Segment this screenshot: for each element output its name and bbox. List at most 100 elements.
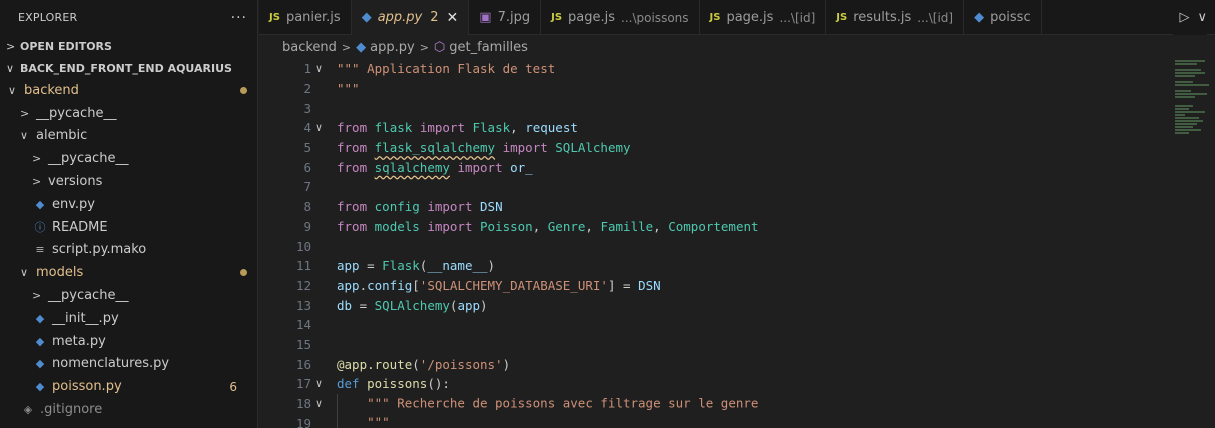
code-line[interactable]: 14 bbox=[259, 315, 1215, 335]
tab-poissc[interactable]: ◆ poissc bbox=[964, 0, 1042, 35]
code-line[interactable]: 18 ∨ """ Recherche de poissons avec filtra… bbox=[259, 393, 1215, 414]
minimap-line bbox=[1175, 60, 1205, 62]
tab-results-js[interactable]: JS results.js ...\[id] bbox=[826, 0, 965, 35]
problem-count-badge: 6 bbox=[229, 379, 237, 394]
tree-item[interactable]: ⓘ README bbox=[0, 216, 257, 239]
tab-page-js[interactable]: JS page.js ...\poissons bbox=[541, 0, 700, 35]
run-icon[interactable]: ▷ bbox=[1179, 10, 1189, 25]
tree-item[interactable]: ◆ __init__.py bbox=[0, 307, 257, 330]
javascript-file-icon: JS bbox=[269, 12, 280, 23]
code-line[interactable]: 6 from sqlalchemy import or_ bbox=[259, 157, 1215, 177]
tab-page-js[interactable]: JS page.js ...\[id] bbox=[700, 0, 827, 35]
line-number: 5 bbox=[303, 140, 311, 156]
tree-item[interactable]: ◈ .gitignore bbox=[0, 398, 257, 421]
javascript-file-icon: JS bbox=[836, 12, 848, 23]
minimap-line bbox=[1175, 129, 1201, 131]
python-file-icon: ◆ bbox=[35, 357, 45, 371]
javascript-file-icon: JS bbox=[551, 12, 563, 23]
tab-label: results.js bbox=[853, 10, 912, 25]
code-text: """ Application Flask de test bbox=[337, 61, 556, 77]
python-file-icon: ◆ bbox=[35, 380, 45, 394]
tree-item[interactable]: ◆ meta.py bbox=[0, 330, 257, 353]
code-line[interactable]: 16 @app.route('/poissons') bbox=[259, 354, 1215, 374]
chevron-right-icon: > bbox=[32, 175, 42, 189]
chevron-down-icon: ∨ bbox=[8, 83, 17, 97]
tab-actions: ▷ ∨ bbox=[1173, 0, 1207, 35]
tab-label: page.js bbox=[568, 10, 616, 25]
minimap-line bbox=[1175, 111, 1205, 113]
minimap-line bbox=[1175, 84, 1209, 86]
code-line[interactable]: 7 bbox=[259, 177, 1215, 197]
code-line[interactable]: 10 bbox=[259, 236, 1215, 256]
tree-item[interactable]: > __pycache__ bbox=[0, 102, 257, 125]
minimap-line bbox=[1175, 93, 1207, 95]
tree-item[interactable]: > __pycache__ bbox=[0, 147, 257, 170]
tree-item[interactable]: > versions bbox=[0, 170, 257, 193]
fold-toggle-icon[interactable]: ∨ bbox=[311, 62, 327, 75]
breadcrumb-file[interactable]: app.py bbox=[370, 40, 415, 55]
python-file-icon: ◆ bbox=[356, 40, 367, 55]
chevron-right-icon: > bbox=[6, 39, 16, 53]
minimap-line bbox=[1175, 108, 1189, 110]
code-line[interactable]: 5 from flask_sqlalchemy import SQLAlchemy bbox=[259, 138, 1215, 158]
line-number: 9 bbox=[303, 218, 311, 234]
minimap-line bbox=[1175, 72, 1205, 74]
fold-toggle-icon[interactable]: ∨ bbox=[311, 121, 327, 134]
python-file-icon: ◆ bbox=[35, 334, 45, 348]
minimap-line bbox=[1175, 90, 1191, 92]
tree-item-label: nomenclatures.py bbox=[52, 356, 170, 372]
tree-item[interactable]: > __pycache__ bbox=[0, 284, 257, 307]
code-line[interactable]: 4 ∨ from flask import Flask, request bbox=[259, 118, 1215, 138]
chevron-down-icon[interactable]: ∨ bbox=[1197, 10, 1207, 25]
code-editor[interactable]: 1 ∨ """ Application Flask de test 2 """ 3 4 ∨ fr… bbox=[259, 59, 1215, 428]
open-editors-section[interactable]: > OPEN EDITORS bbox=[0, 35, 257, 57]
tab-description: ...\poissons bbox=[621, 10, 689, 25]
tree-item[interactable]: ∨ backend bbox=[0, 79, 257, 102]
indent-guide bbox=[337, 393, 352, 414]
minimap-line bbox=[1175, 69, 1201, 71]
line-number: 7 bbox=[303, 179, 311, 195]
code-line[interactable]: 13 db = SQLAlchemy(app) bbox=[259, 295, 1215, 315]
tab-label: app.py bbox=[377, 10, 423, 25]
breadcrumb-symbol[interactable]: get_familles bbox=[449, 40, 528, 55]
tree-item[interactable]: ◆ poisson.py 6 bbox=[0, 375, 257, 398]
tab-panier-js[interactable]: JS panier.js bbox=[259, 0, 352, 35]
code-line[interactable]: 1 ∨ """ Application Flask de test bbox=[259, 59, 1215, 79]
code-line[interactable]: 12 app.config['SQLALCHEMY_DATABASE_URI'] … bbox=[259, 276, 1215, 296]
breadcrumb: backend > ◆ app.py > ⬡ get_familles bbox=[259, 36, 528, 59]
code-line[interactable]: 3 bbox=[259, 98, 1215, 118]
tree-item[interactable]: ≡ script.py.mako bbox=[0, 239, 257, 262]
code-line[interactable]: 9 from models import Poisson, Genre, Fami… bbox=[259, 217, 1215, 237]
code-text: """ bbox=[327, 413, 390, 428]
fold-toggle-icon[interactable]: ∨ bbox=[311, 377, 327, 390]
minimap[interactable] bbox=[1175, 60, 1209, 140]
chevron-down-icon: ∨ bbox=[6, 61, 15, 75]
tab-7-jpg[interactable]: ▣ 7.jpg bbox=[469, 0, 542, 35]
more-actions-icon[interactable]: ··· bbox=[231, 10, 247, 26]
code-line[interactable]: 17 ∨ def poissons(): bbox=[259, 374, 1215, 394]
tree-item[interactable]: ◆ env.py bbox=[0, 193, 257, 216]
workspace-label: BACK_END_FRONT_END AQUARIUS bbox=[20, 61, 232, 75]
code-line[interactable]: 8 from config import DSN bbox=[259, 197, 1215, 217]
code-text: @app.route('/poissons') bbox=[337, 356, 511, 372]
tree-item[interactable]: ◆ nomenclatures.py bbox=[0, 353, 257, 376]
problem-count-badge: 2 bbox=[430, 10, 439, 25]
code-text: db = SQLAlchemy(app) bbox=[337, 297, 488, 313]
explorer-title: EXPLORER bbox=[18, 11, 78, 24]
file-tree: ∨ backend > __pycache__ ∨ alembic > __pycache__… bbox=[0, 79, 257, 421]
tree-item-label: __init__.py bbox=[52, 310, 119, 326]
close-icon[interactable]: ✕ bbox=[447, 10, 459, 26]
fold-toggle-icon[interactable]: ∨ bbox=[311, 397, 327, 410]
workspace-section[interactable]: ∨ BACK_END_FRONT_END AQUARIUS bbox=[0, 57, 257, 79]
tree-item[interactable]: ∨ alembic bbox=[0, 125, 257, 148]
chevron-right-icon: > bbox=[341, 41, 352, 54]
breadcrumb-folder[interactable]: backend bbox=[282, 40, 337, 55]
code-text: from config import DSN bbox=[337, 199, 503, 215]
tab-app-py[interactable]: ◆ app.py 2 ✕ bbox=[351, 0, 470, 35]
code-line[interactable]: 15 bbox=[259, 335, 1215, 355]
minimap-line bbox=[1175, 96, 1195, 98]
code-line[interactable]: 19 """ bbox=[259, 413, 1215, 428]
code-line[interactable]: 2 """ bbox=[259, 79, 1215, 99]
tree-item[interactable]: ∨ models bbox=[0, 261, 257, 284]
code-line[interactable]: 11 app = Flask(__name__) bbox=[259, 256, 1215, 276]
